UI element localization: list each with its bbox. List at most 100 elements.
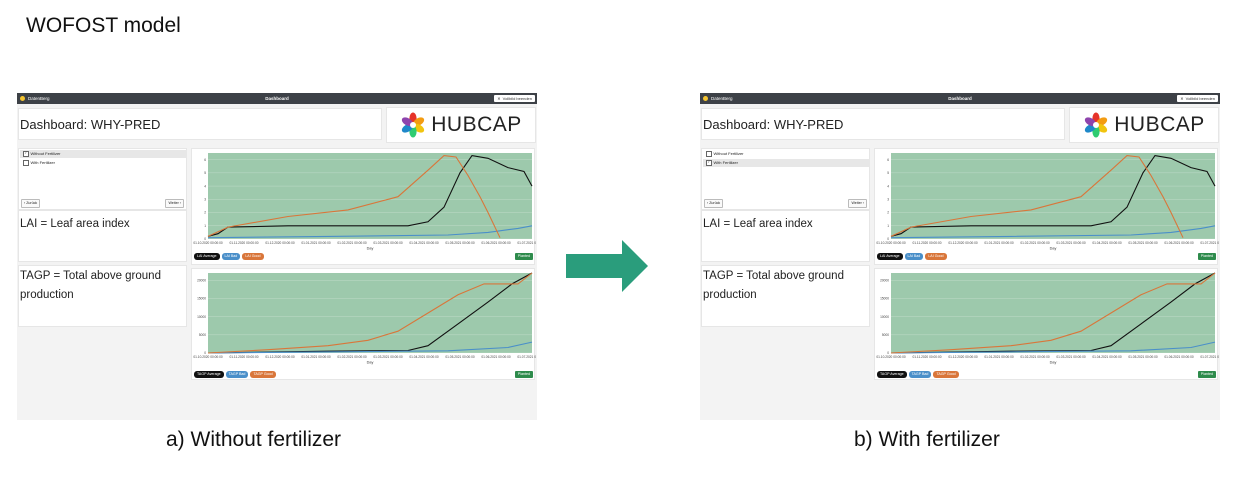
chevron-right-icon: › bbox=[178, 201, 181, 205]
tagp-x-tick-label: 01.10.2020 00:00:00 bbox=[193, 355, 222, 359]
option-with-fertilizer[interactable]: With Fertilizer bbox=[20, 159, 187, 167]
next-label: Weiter bbox=[168, 201, 179, 205]
lai-x-tick-label: 01.10.2020 00:00:00 bbox=[193, 241, 222, 245]
legend-tagp-average[interactable]: TAGP Average bbox=[877, 371, 907, 378]
tagp-y-tick-label: 10000 bbox=[197, 315, 206, 319]
planted-button-tagp[interactable]: Planted bbox=[514, 371, 533, 378]
option-checkbox[interactable] bbox=[706, 151, 712, 157]
planted-button-tagp[interactable]: Planted bbox=[1197, 371, 1216, 378]
exit-fullscreen-button[interactable]: ✕ Vollbild beenden bbox=[494, 94, 535, 102]
lai-x-tick-label: 01.03.2021 00:00:00 bbox=[373, 241, 402, 245]
lai-x-tick-label: 01.03.2021 00:00:00 bbox=[1056, 241, 1085, 245]
tagp-x-tick-label: 01.12.2020 00:00:00 bbox=[265, 355, 294, 359]
lai-description-panel: LAI = Leaf area index bbox=[18, 210, 187, 262]
page-title: WOFOST model bbox=[26, 14, 181, 37]
legend-lai-average[interactable]: LAI Average bbox=[194, 253, 220, 260]
lai-x-tick-label: 01.10.2020 00:00:00 bbox=[876, 241, 905, 245]
legend-lai-bad[interactable]: LAI Bad bbox=[221, 253, 241, 260]
exit-fullscreen-label: Vollbild beenden bbox=[502, 95, 532, 101]
tagp-x-tick-label: 01.05.2021 00:00:00 bbox=[1128, 355, 1157, 359]
app-top-bar: DatenBerg Dashboard ✕ Vollbild beenden bbox=[700, 93, 1220, 104]
option-checkbox[interactable]: ✓ bbox=[23, 151, 29, 157]
bar-title: Dashboard bbox=[265, 96, 289, 101]
next-button[interactable]: Weiter › bbox=[848, 199, 867, 208]
option-checkbox[interactable] bbox=[23, 160, 29, 166]
tagp-y-tick-label: 5000 bbox=[882, 333, 889, 337]
caption-without-fertilizer: a) Without fertilizer bbox=[166, 428, 342, 451]
tagp-x-tick-label: 01.06.2021 00:00:00 bbox=[481, 355, 510, 359]
hubcap-logo: HUBCAP bbox=[1069, 107, 1219, 143]
tagp-x-axis-label: Day bbox=[367, 361, 374, 365]
lai-y-tick-label: 6 bbox=[887, 158, 889, 162]
lai-y-tick-label: 1 bbox=[204, 224, 206, 228]
back-button[interactable]: ‹ Zurück bbox=[704, 199, 724, 208]
exit-fullscreen-button[interactable]: ✕ Vollbild beenden bbox=[1177, 94, 1218, 102]
legend-tagp-average[interactable]: TAGP Average bbox=[194, 371, 224, 378]
option-without-fertilizer[interactable]: Without Fertilizer bbox=[703, 150, 870, 158]
lai-y-tick-label: 3 bbox=[887, 198, 889, 202]
lai-chart-panel: 0 1 2 3 4 5 6 01.10.2020 00:00:00 01.11.2020 00:… bbox=[874, 148, 1219, 265]
tagp-x-tick-label: 01.07.2021 00:00:00 bbox=[517, 355, 536, 359]
lai-x-tick-label: 01.06.2021 00:00:00 bbox=[481, 241, 510, 245]
tagp-y-tick-label: 15000 bbox=[880, 297, 889, 301]
tagp-description: TAGP = Total above ground production bbox=[703, 270, 844, 301]
tagp-x-tick-label: 01.10.2020 00:00:00 bbox=[876, 355, 905, 359]
lai-description: LAI = Leaf area index bbox=[20, 218, 130, 230]
tagp-legend: TAGP Average TAGP Bad TAGP Good bbox=[877, 371, 959, 378]
tagp-x-axis-label: Day bbox=[1050, 361, 1057, 365]
logo-text: HUBCAP bbox=[1114, 113, 1205, 136]
lai-x-tick-label: 01.04.2021 00:00:00 bbox=[409, 241, 438, 245]
lai-x-axis-label: Day bbox=[1050, 247, 1057, 251]
lai-x-tick-label: 01.12.2020 00:00:00 bbox=[948, 241, 977, 245]
legend-tagp-bad[interactable]: TAGP Bad bbox=[908, 371, 932, 378]
back-button[interactable]: ‹ Zurück bbox=[21, 199, 41, 208]
app-top-bar: DatenBerg Dashboard ✕ Vollbild beenden bbox=[17, 93, 537, 104]
lai-y-tick-label: 5 bbox=[204, 171, 206, 175]
exit-fullscreen-label: Vollbild beenden bbox=[1185, 95, 1215, 101]
lai-y-tick-label: 4 bbox=[887, 184, 889, 188]
next-button[interactable]: Weiter › bbox=[165, 199, 184, 208]
planted-button-lai[interactable]: Planted bbox=[1197, 253, 1216, 260]
lai-x-tick-label: 01.11.2020 00:00:00 bbox=[229, 241, 258, 245]
tagp-x-tick-label: 01.11.2020 00:00:00 bbox=[912, 355, 941, 359]
legend-lai-average[interactable]: LAI Average bbox=[877, 253, 903, 260]
lai-x-tick-label: 01.11.2020 00:00:00 bbox=[912, 241, 941, 245]
lai-y-tick-label: 5 bbox=[887, 171, 889, 175]
dashboard-title-panel: Dashboard: WHY-PRED bbox=[18, 108, 382, 140]
close-icon: ✕ bbox=[497, 95, 501, 101]
back-label: Zurück bbox=[26, 201, 38, 205]
legend-lai-good[interactable]: LAI Good bbox=[925, 253, 947, 260]
tagp-description-panel: TAGP = Total above ground production bbox=[18, 265, 187, 327]
dashboard-screenshot-without-fertilizer: DatenBerg Dashboard ✕ Vollbild beenden Da… bbox=[17, 93, 537, 420]
legend-tagp-good[interactable]: TAGP Good bbox=[250, 371, 276, 378]
dashboard-title: Dashboard: WHY-PRED bbox=[703, 117, 844, 132]
option-with-fertilizer[interactable]: ✓ With Fertilizer bbox=[703, 159, 870, 167]
tagp-y-tick-label: 15000 bbox=[197, 297, 206, 301]
scenario-options-panel: ✓ Without Fertilizer With Fertilizer ‹ Zu… bbox=[18, 148, 187, 210]
tagp-x-tick-label: 01.05.2021 00:00:00 bbox=[445, 355, 474, 359]
tagp-x-tick-label: 01.01.2021 00:00:00 bbox=[984, 355, 1013, 359]
legend-tagp-bad[interactable]: TAGP Bad bbox=[225, 371, 249, 378]
next-label: Weiter bbox=[851, 201, 862, 205]
lai-x-tick-label: 01.01.2021 00:00:00 bbox=[301, 241, 330, 245]
planted-button-lai[interactable]: Planted bbox=[514, 253, 533, 260]
option-label: Without Fertilizer bbox=[30, 151, 61, 156]
lai-y-tick-label: 2 bbox=[204, 211, 206, 215]
tagp-y-tick-label: 20000 bbox=[197, 278, 206, 282]
legend-tagp-good[interactable]: TAGP Good bbox=[933, 371, 959, 378]
lai-y-tick-label: 4 bbox=[204, 184, 206, 188]
option-checkbox[interactable]: ✓ bbox=[706, 160, 712, 166]
tagp-x-tick-label: 01.04.2021 00:00:00 bbox=[1092, 355, 1121, 359]
lai-y-tick-label: 2 bbox=[887, 211, 889, 215]
dashboard-title-panel: Dashboard: WHY-PRED bbox=[701, 108, 1065, 140]
close-icon: ✕ bbox=[1180, 95, 1184, 101]
legend-lai-good[interactable]: LAI Good bbox=[242, 253, 264, 260]
legend-lai-bad[interactable]: LAI Bad bbox=[904, 253, 924, 260]
bar-title: Dashboard bbox=[948, 96, 972, 101]
option-label: With Fertilizer bbox=[30, 160, 55, 165]
tagp-y-tick-label: 20000 bbox=[880, 278, 889, 282]
tagp-chart: 0500010000150002000001.10.2020 00:00:00 0… bbox=[193, 272, 536, 365]
caption-with-fertilizer: b) With fertilizer bbox=[854, 428, 1000, 451]
tagp-chart-panel: 0 5000 10000 15000 20000 01.10.2020 00:00:00 0… bbox=[874, 268, 1219, 380]
option-without-fertilizer[interactable]: ✓ Without Fertilizer bbox=[20, 150, 187, 158]
